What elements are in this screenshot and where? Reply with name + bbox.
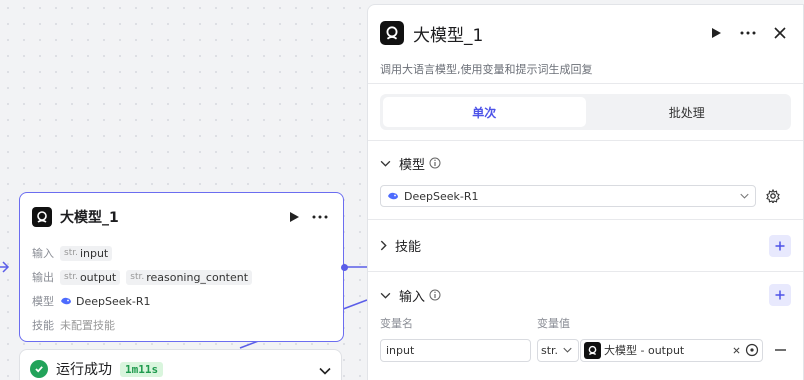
chevron-down-icon bbox=[740, 193, 749, 199]
llm-icon bbox=[380, 21, 404, 45]
var-name-input[interactable]: input bbox=[380, 338, 531, 362]
model-section-header[interactable]: 模型 bbox=[380, 141, 791, 185]
more-icon[interactable] bbox=[737, 22, 759, 44]
panel-header: 大模型_1 bbox=[368, 5, 803, 61]
variable-column-labels: 变量名 变量值 bbox=[380, 312, 791, 334]
close-icon[interactable] bbox=[769, 22, 791, 44]
var-type-select[interactable]: str. bbox=[537, 338, 579, 362]
clear-icon[interactable] bbox=[733, 347, 740, 354]
node-input-row: 输入 str. input bbox=[20, 241, 343, 265]
target-icon[interactable] bbox=[745, 343, 759, 357]
tab-single[interactable]: 单次 bbox=[383, 97, 586, 127]
mode-tabs: 单次 批处理 bbox=[380, 94, 791, 130]
node-title: 大模型_1 bbox=[60, 210, 119, 226]
divider bbox=[368, 83, 803, 84]
skill-label: 技能 bbox=[32, 319, 54, 332]
incoming-edge bbox=[0, 261, 10, 273]
play-icon[interactable] bbox=[705, 22, 727, 44]
run-time-badge: 1m11s bbox=[120, 361, 164, 377]
add-skill-button[interactable] bbox=[769, 234, 791, 257]
add-input-button[interactable] bbox=[769, 284, 791, 306]
input-section: 输入 变量名 变量值 input str. 大模型 - output bbox=[368, 272, 803, 362]
more-icon[interactable] bbox=[309, 206, 331, 228]
info-icon[interactable] bbox=[429, 289, 441, 301]
input-section-title: 输入 bbox=[399, 289, 426, 305]
tab-batch[interactable]: 批处理 bbox=[586, 97, 789, 127]
node-header: 大模型_1 bbox=[20, 193, 343, 241]
reasoning-chip: str. reasoning_content bbox=[126, 269, 253, 285]
chevron-down-icon[interactable] bbox=[380, 160, 391, 167]
node-skill-row: 技能 未配置技能 bbox=[20, 313, 343, 337]
node-config-panel: 大模型_1 调用大语言模型,使用变量和提示词生成回复 单次 批处理 模型 Dee… bbox=[367, 4, 804, 380]
model-value: DeepSeek-R1 bbox=[60, 295, 151, 308]
model-label: 模型 bbox=[32, 295, 54, 308]
remove-variable-icon[interactable] bbox=[775, 349, 786, 351]
model-section-title: 模型 bbox=[399, 157, 426, 173]
deepseek-icon bbox=[60, 296, 72, 306]
skill-value: 未配置技能 bbox=[60, 319, 115, 332]
play-icon[interactable] bbox=[283, 206, 305, 228]
skills-section-header[interactable]: 技能 bbox=[380, 220, 791, 271]
model-select-value: DeepSeek-R1 bbox=[404, 189, 479, 203]
node-model-row: 模型 DeepSeek-R1 bbox=[20, 289, 343, 313]
var-reference-value: 大模型 - output bbox=[604, 344, 685, 357]
input-chip: str. input bbox=[60, 245, 113, 261]
var-reference-field[interactable]: 大模型 - output bbox=[580, 338, 763, 362]
input-label: 输入 bbox=[32, 247, 54, 260]
chevron-down-icon[interactable] bbox=[319, 360, 331, 379]
chevron-down-icon[interactable] bbox=[380, 292, 391, 299]
gear-icon[interactable] bbox=[766, 189, 780, 203]
node-output-row: 输出 str. output str. reasoning_content bbox=[20, 265, 343, 289]
node-output-port[interactable] bbox=[341, 264, 348, 271]
success-check-icon bbox=[30, 360, 48, 378]
variable-row: input str. 大模型 - output bbox=[380, 338, 791, 362]
panel-description: 调用大语言模型,使用变量和提示词生成回复 bbox=[380, 63, 593, 76]
panel-title: 大模型_1 bbox=[413, 25, 484, 46]
model-select[interactable]: DeepSeek-R1 bbox=[380, 185, 756, 207]
chevron-down-icon bbox=[563, 347, 572, 353]
model-section: 模型 DeepSeek-R1 bbox=[368, 141, 803, 219]
skills-section-title: 技能 bbox=[395, 240, 422, 255]
run-status-label: 运行成功 bbox=[56, 362, 112, 378]
output-chip: str. output bbox=[60, 269, 121, 285]
llm-node-card[interactable]: 大模型_1 输入 str. input 输出 str. output str. … bbox=[19, 192, 344, 342]
llm-icon bbox=[584, 341, 601, 359]
var-name-col-label: 变量名 bbox=[380, 317, 413, 330]
run-status-bar[interactable]: 运行成功 1m11s bbox=[19, 349, 342, 380]
var-value-col-label: 变量值 bbox=[537, 317, 570, 330]
llm-icon bbox=[32, 207, 52, 227]
info-icon[interactable] bbox=[429, 157, 441, 169]
chevron-right-icon[interactable] bbox=[380, 240, 387, 251]
output-label: 输出 bbox=[32, 271, 54, 284]
skills-section: 技能 bbox=[368, 220, 803, 271]
deepseek-icon bbox=[387, 191, 399, 201]
